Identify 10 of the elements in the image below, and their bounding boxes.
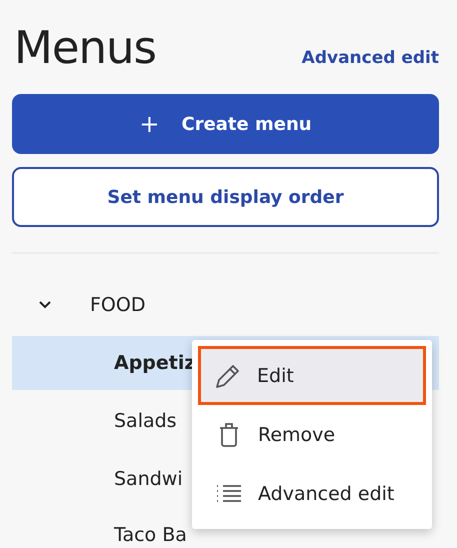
advanced-edit-link[interactable]: Advanced edit xyxy=(302,48,439,68)
context-menu-item[interactable]: Edit xyxy=(198,346,426,405)
create-menu-button[interactable]: + Create menu xyxy=(12,94,439,154)
context-menu-item[interactable]: Remove xyxy=(198,405,426,464)
page-title: Menus xyxy=(14,20,156,76)
context-menu-item[interactable]: Advanced edit xyxy=(198,464,426,523)
category-label[interactable]: FOOD xyxy=(90,294,146,316)
chevron-icon[interactable] xyxy=(39,301,51,309)
display-order-button[interactable]: Set menu display order xyxy=(12,167,439,227)
plus-icon: + xyxy=(139,110,160,138)
